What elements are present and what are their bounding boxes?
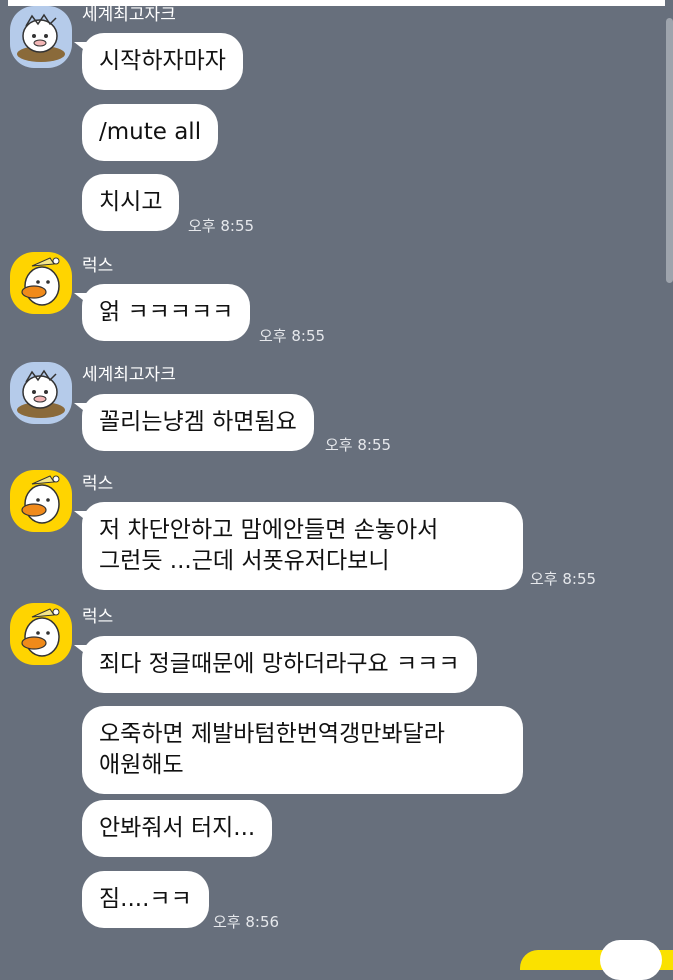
message-bubble[interactable]: 얽 ㅋㅋㅋㅋㅋ bbox=[73, 284, 251, 341]
message-time: 오후 8:55 bbox=[259, 327, 326, 345]
message-bubble[interactable]: /mute all bbox=[82, 104, 219, 161]
message-bubble[interactable]: 죄다 정글때문에 망하더라구요 ㅋㅋㅋ bbox=[74, 636, 477, 693]
message-bubble[interactable]: 오죽하면 제발바텀한번역갱만봐달라 애원해도 bbox=[82, 706, 523, 794]
message-time: 오후 8:56 bbox=[213, 913, 280, 931]
avatar-jay-g[interactable] bbox=[10, 6, 72, 68]
sender-name: 럭스 bbox=[82, 256, 114, 276]
message-time: 오후 8:55 bbox=[530, 570, 597, 588]
message-bubble[interactable]: 저 차단안하고 맘에안들면 손놓아서 그런듯 ...근데 서폿유저다보니 bbox=[74, 502, 523, 590]
message-time: 오후 8:55 bbox=[188, 217, 255, 235]
avatar-tube[interactable] bbox=[10, 470, 72, 532]
avatar-jay-g[interactable] bbox=[10, 362, 72, 424]
message-bubble[interactable]: 짐....ㅋㅋ bbox=[82, 871, 209, 928]
tube-icon bbox=[10, 603, 72, 665]
message-bubble[interactable]: 안봐줘서 터지... bbox=[82, 800, 273, 857]
jay-g-icon bbox=[10, 6, 72, 68]
avatar bbox=[600, 940, 662, 980]
tube-icon bbox=[10, 252, 72, 314]
avatar-tube[interactable] bbox=[10, 603, 72, 665]
jay-g-icon bbox=[10, 362, 72, 424]
sender-name: 럭스 bbox=[82, 474, 114, 494]
scrollbar[interactable] bbox=[666, 18, 673, 283]
avatar-tube[interactable] bbox=[10, 252, 72, 314]
message-bubble[interactable]: 시작하자마자 bbox=[74, 33, 243, 90]
message-time: 오후 8:55 bbox=[325, 436, 392, 454]
message-bubble[interactable]: 꼴리는냥겜 하면됨요 bbox=[74, 394, 314, 451]
tube-icon bbox=[10, 470, 72, 532]
sender-name: 럭스 bbox=[82, 607, 114, 627]
sender-name: 세계최고자크 bbox=[82, 5, 176, 25]
sender-name: 세계최고자크 bbox=[82, 365, 176, 385]
message-bubble[interactable]: 치시고 bbox=[82, 174, 180, 231]
